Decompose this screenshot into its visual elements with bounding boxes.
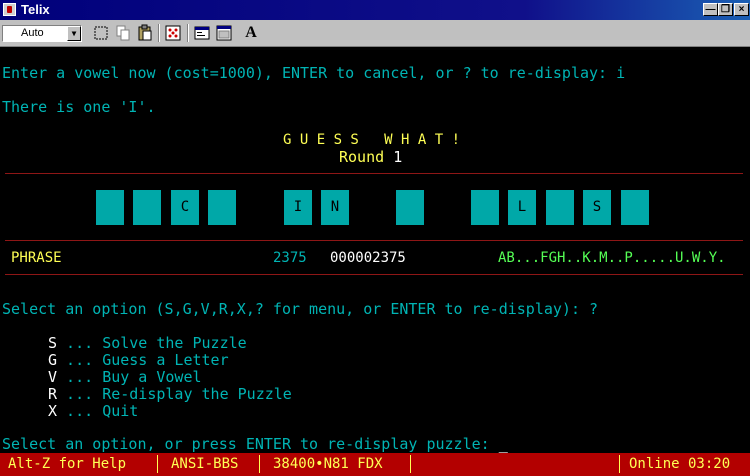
- menu-item-quit: X ... Quit: [48, 403, 138, 420]
- status-divider: [619, 455, 620, 473]
- puzzle-tile: N: [321, 190, 349, 225]
- round-label: Round: [339, 148, 394, 166]
- puzzle-tile: [208, 190, 236, 225]
- properties-icon[interactable]: [192, 23, 212, 43]
- middle-divider: [5, 240, 743, 241]
- status-bar: Alt-Z for Help ANSI-BBS 38400•N81 FDX On…: [0, 453, 750, 476]
- telix-app-icon[interactable]: [3, 3, 16, 16]
- select-option-prompt: Select an option (S,G,V,R,X,? for menu, …: [2, 300, 599, 318]
- game-title: G U E S S W H A T !: [283, 132, 461, 148]
- puzzle-tile: L: [508, 190, 536, 225]
- emulation-combo-value: Auto: [21, 27, 44, 39]
- font-icon[interactable]: A: [241, 23, 261, 43]
- status-online-time: Online 03:20: [629, 456, 731, 472]
- menu-dots: ...: [57, 385, 103, 403]
- title-bar: Telix — ❐ ×: [0, 0, 750, 20]
- round-score: 2375: [273, 250, 307, 266]
- puzzle-tile: [546, 190, 574, 225]
- status-divider: [259, 455, 260, 473]
- terminal-window-icon[interactable]: [214, 23, 234, 43]
- round-number: 1: [393, 148, 403, 166]
- menu-item-solve: S ... Solve the Puzzle: [48, 335, 247, 352]
- emulation-combo[interactable]: Auto ▼: [2, 25, 82, 42]
- toolbar-separator: [187, 24, 189, 42]
- menu-dots: ...: [57, 351, 103, 369]
- menu-dots: ...: [57, 402, 103, 420]
- menu-item-vowel: V ... Buy a Vowel: [48, 369, 202, 386]
- menu-item-guess: G ... Guess a Letter: [48, 352, 229, 369]
- menu-dots: ...: [57, 334, 103, 352]
- dice-icon[interactable]: [163, 23, 183, 43]
- puzzle-tile: C: [171, 190, 199, 225]
- menu-label: Re-display the Puzzle: [102, 385, 292, 403]
- total-score: 000002375: [330, 250, 406, 266]
- category-label: PHRASE: [11, 250, 62, 266]
- text-cursor: _: [498, 435, 508, 453]
- menu-key: R: [48, 385, 58, 403]
- menu-key: S: [48, 334, 58, 352]
- puzzle-tile: [396, 190, 424, 225]
- status-divider: [157, 455, 158, 473]
- terminal-screen[interactable]: Enter a vowel now (cost=1000), ENTER to …: [0, 47, 750, 453]
- vowel-prompt-line: Enter a vowel now (cost=1000), ENTER to …: [2, 64, 626, 82]
- puzzle-tile: [96, 190, 124, 225]
- toolbar: Auto ▼ A: [0, 20, 750, 47]
- menu-label: Solve the Puzzle: [102, 334, 247, 352]
- copy-icon[interactable]: [113, 23, 133, 43]
- toolbar-separator: [158, 24, 160, 42]
- restore-button[interactable]: ❐: [718, 3, 733, 16]
- bottom-prompt: Select an option, or press ENTER to re-d…: [2, 435, 499, 453]
- menu-label: Guess a Letter: [102, 351, 229, 369]
- menu-key: V: [48, 368, 58, 386]
- status-connection: 38400•N81 FDX: [273, 456, 383, 472]
- puzzle-tile: [133, 190, 161, 225]
- bottom-divider: [5, 274, 743, 275]
- puzzle-tile: S: [583, 190, 611, 225]
- menu-item-redisplay: R ... Re-display the Puzzle: [48, 386, 292, 403]
- close-button[interactable]: ×: [734, 3, 749, 16]
- menu-label: Buy a Vowel: [102, 368, 202, 386]
- status-help[interactable]: Alt-Z for Help: [8, 454, 126, 474]
- top-divider: [5, 173, 743, 174]
- menu-key: X: [48, 402, 58, 420]
- puzzle-tile: [621, 190, 649, 225]
- minimize-button[interactable]: —: [703, 3, 718, 16]
- menu-key: G: [48, 351, 58, 369]
- puzzle-tile: [471, 190, 499, 225]
- menu-dots: ...: [57, 368, 103, 386]
- mark-block-icon[interactable]: [91, 23, 111, 43]
- window-title: Telix: [21, 2, 50, 17]
- menu-label: Quit: [102, 402, 139, 420]
- letters-used: AB...FGH..K.M..P.....U.W.Y.: [498, 250, 726, 266]
- round-indicator: Round 1: [339, 149, 402, 166]
- status-divider: [410, 455, 411, 473]
- bottom-prompt-line: Select an option, or press ENTER to re-d…: [2, 436, 508, 453]
- combo-dropdown-arrow-icon[interactable]: ▼: [67, 26, 81, 41]
- status-emulation: ANSI-BBS: [171, 456, 239, 472]
- puzzle-tile: I: [284, 190, 312, 225]
- paste-icon[interactable]: [135, 23, 155, 43]
- result-line: There is one 'I'.: [2, 98, 156, 116]
